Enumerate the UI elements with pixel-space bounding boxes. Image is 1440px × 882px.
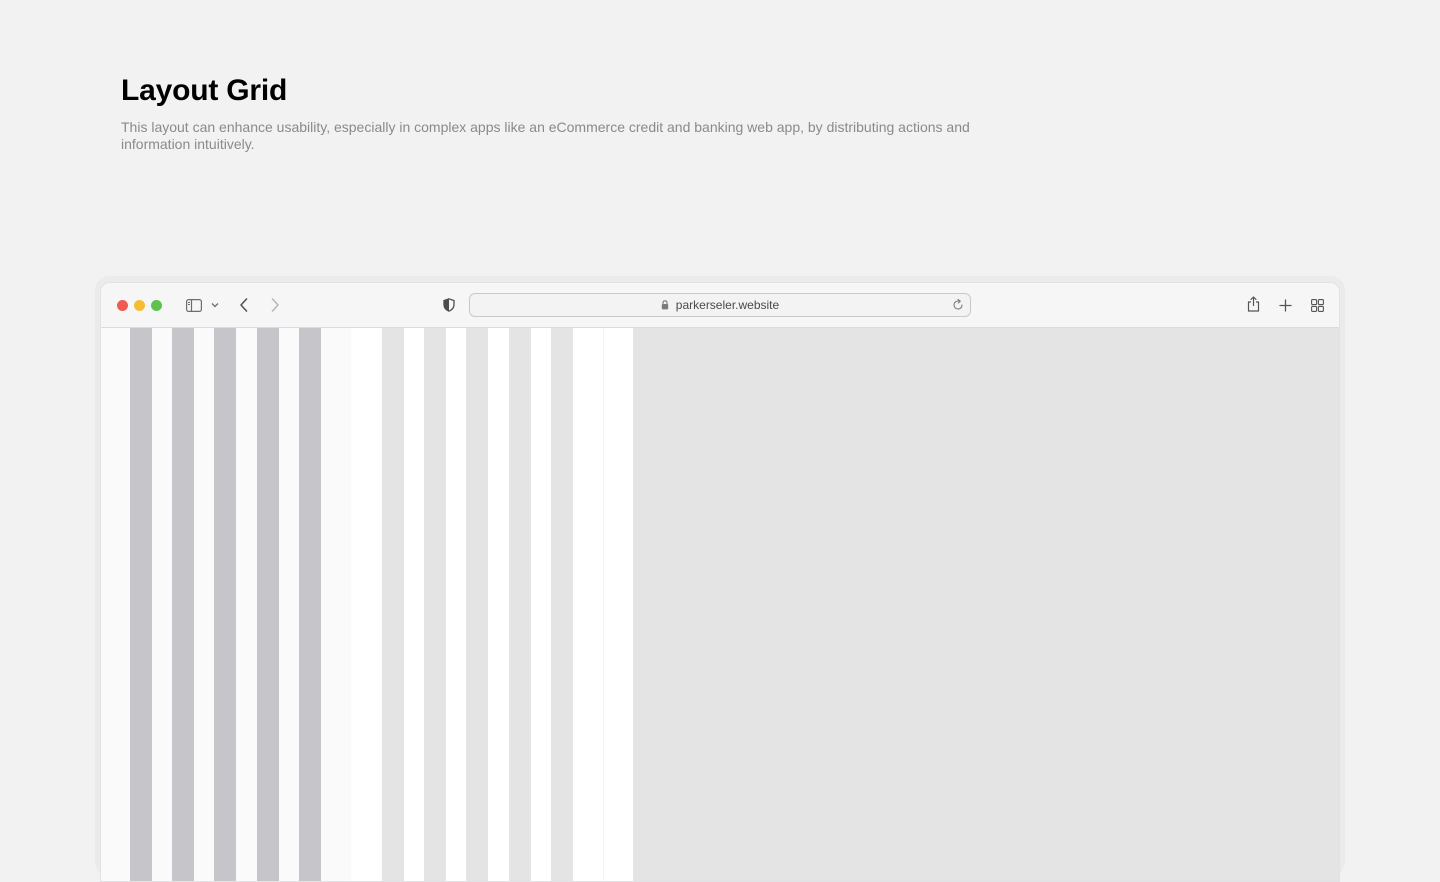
reload-icon[interactable] (951, 298, 965, 312)
grid-guide-line (603, 328, 604, 881)
maximize-window-button[interactable] (151, 300, 162, 311)
grid-column-light (466, 328, 488, 881)
grid-column-dark (214, 328, 236, 881)
url-text: parkerseler.website (675, 298, 780, 312)
tabs-overview-icon[interactable] (1309, 297, 1325, 313)
address-bar[interactable]: parkerseler.website (469, 293, 971, 317)
shield-icon[interactable] (442, 297, 456, 313)
grid-column-light (424, 328, 446, 881)
grid-column-dark (172, 328, 194, 881)
browser-window: parkerseler.website (100, 282, 1340, 882)
forward-icon[interactable] (269, 296, 281, 314)
grid-column-dark (299, 328, 321, 881)
back-icon[interactable] (238, 296, 250, 314)
layout-grid-overlay (101, 328, 633, 881)
page-header: Layout Grid This layout can enhance usab… (121, 73, 1021, 153)
grid-column-light (509, 328, 531, 881)
page-description: This layout can enhance usability, espec… (121, 119, 970, 152)
browser-toolbar: parkerseler.website (101, 283, 1339, 328)
minimize-window-button[interactable] (134, 300, 145, 311)
close-window-button[interactable] (117, 300, 128, 311)
grid-column-dark (257, 328, 279, 881)
chevron-down-icon[interactable] (210, 300, 220, 310)
grid-column-dark (130, 328, 152, 881)
browser-viewport (101, 328, 1339, 881)
grid-column-light (551, 328, 573, 881)
plus-icon[interactable] (1277, 297, 1293, 313)
lock-icon (661, 300, 670, 311)
sidebar-icon[interactable] (185, 297, 203, 313)
page-title: Layout Grid (121, 74, 288, 107)
grid-column-light (382, 328, 404, 881)
share-icon[interactable] (1245, 295, 1261, 313)
